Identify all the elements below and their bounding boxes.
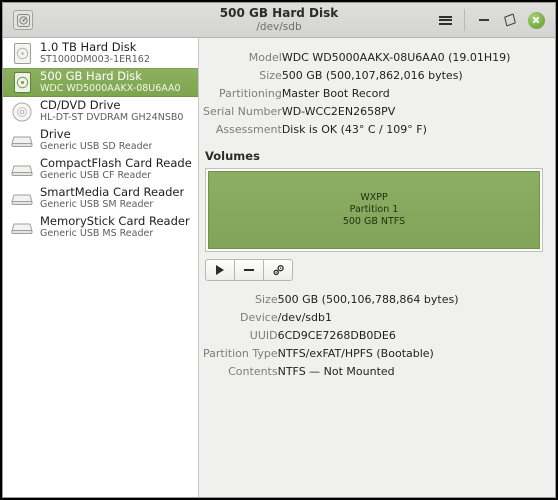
sidebar-item-drive[interactable]: Drive Generic USB SD Reader xyxy=(3,126,198,155)
detail-panel: Model WDC WD5000AAKX-08U6AA0 (19.01H19) … xyxy=(199,38,555,497)
gears-icon xyxy=(272,264,284,275)
sidebar-item-title: Drive xyxy=(40,128,71,141)
property-value: NTFS/exFAT/HPFS (Bootable) xyxy=(277,346,434,360)
volume-properties-table: Size 500 GB (500,106,788,864 bytes) Devi… xyxy=(203,290,543,380)
window-controls xyxy=(432,3,549,37)
sidebar-item-subtitle: ST1000DM003-1ER162 xyxy=(40,54,150,65)
maximize-icon[interactable] xyxy=(497,7,523,33)
property-label: Serial Number xyxy=(203,104,282,118)
card-reader-icon xyxy=(10,217,34,239)
table-row: Size 500 GB (500,107,862,016 bytes) xyxy=(203,66,543,84)
mount-volume-button[interactable] xyxy=(205,259,235,281)
property-label: Device xyxy=(239,310,278,324)
volumes-frame: WXPP Partition 1 500 GB NTFS xyxy=(205,168,543,252)
play-icon xyxy=(216,265,224,275)
sidebar-item-title: CD/DVD Drive xyxy=(40,99,121,112)
table-row: Partition Type NTFS/exFAT/HPFS (Bootable… xyxy=(203,344,543,362)
close-button[interactable] xyxy=(523,7,549,33)
sidebar-item-title: 500 GB Hard Disk xyxy=(40,70,142,83)
partition-size-fs: 500 GB NTFS xyxy=(342,216,406,227)
table-row: UUID 6CD9CE7268DB0DE6 xyxy=(203,326,543,344)
device-sidebar[interactable]: 1.0 TB Hard Disk ST1000DM003-1ER162 500 … xyxy=(3,38,199,497)
sidebar-item-subtitle: Generic USB MS Reader xyxy=(40,228,154,239)
property-value: WDC WD5000AAKX-08U6AA0 (19.01H19) xyxy=(281,50,511,64)
disk-utility-window: 500 GB Hard Disk /dev/sdb 1.0 TB Hard Di… xyxy=(2,2,556,498)
property-label: UUID xyxy=(249,328,278,342)
volumes-heading: Volumes xyxy=(205,149,260,163)
window-content: 1.0 TB Hard Disk ST1000DM003-1ER162 500 … xyxy=(3,38,555,497)
property-label: Size xyxy=(259,68,282,82)
table-row: Contents NTFS — Not Mounted xyxy=(203,362,543,380)
property-label: Model xyxy=(248,50,282,64)
hard-disk-icon xyxy=(10,72,34,94)
sidebar-item-smartmedia-card-reader[interactable]: SmartMedia Card Reader Generic USB SM Re… xyxy=(3,184,198,213)
table-row: Serial Number WD-WCC2EN2658PV xyxy=(203,102,543,120)
title-bar: 500 GB Hard Disk /dev/sdb xyxy=(3,3,555,38)
table-row: Device /dev/sdb1 xyxy=(203,308,543,326)
sidebar-item-compactflash-card-reader[interactable]: CompactFlash Card Reader Generic USB CF … xyxy=(3,155,198,184)
property-label: Size xyxy=(255,292,278,306)
table-row: Assessment Disk is OK (43° C / 109° F) xyxy=(203,120,543,138)
sidebar-item-title: 1.0 TB Hard Disk xyxy=(40,41,137,54)
sidebar-item-cd-dvd-drive[interactable]: CD/DVD Drive HL-DT-ST DVDRAM GH24NSB0 xyxy=(3,97,198,126)
table-row: Partitioning Master Boot Record xyxy=(203,84,543,102)
property-value: 500 GB (500,106,788,864 bytes) xyxy=(277,292,459,306)
property-value: Master Boot Record xyxy=(281,86,390,100)
table-row: Model WDC WD5000AAKX-08U6AA0 (19.01H19) xyxy=(203,48,543,66)
card-reader-icon xyxy=(10,188,34,210)
property-value: WD-WCC2EN2658PV xyxy=(281,104,396,118)
property-value: 6CD9CE7268DB0DE6 xyxy=(277,328,396,342)
sidebar-item-subtitle: WDC WD5000AAKX-08U6AA0 xyxy=(40,83,181,94)
property-value: /dev/sdb1 xyxy=(277,310,332,324)
property-value: NTFS — Not Mounted xyxy=(277,364,395,378)
sidebar-item-title: MemoryStick Card Reader xyxy=(40,215,190,228)
disk-utility-icon xyxy=(13,10,33,30)
partition-name: WXPP xyxy=(360,192,388,203)
hamburger-menu-icon[interactable] xyxy=(432,7,458,33)
card-reader-icon xyxy=(10,130,34,152)
table-row: Size 500 GB (500,106,788,864 bytes) xyxy=(203,290,543,308)
property-value: Disk is OK (43° C / 109° F) xyxy=(281,122,427,136)
volume-toolbar xyxy=(205,259,543,281)
sidebar-item-subtitle: Generic USB CF Reader xyxy=(40,170,152,181)
property-label: Partition Type xyxy=(203,346,278,360)
sidebar-item-subtitle: Generic USB SM Reader xyxy=(40,199,154,210)
sidebar-item-title: CompactFlash Card Reader xyxy=(40,157,192,170)
property-label: Contents xyxy=(228,364,278,378)
optical-disc-icon xyxy=(10,101,34,123)
property-value: 500 GB (500,107,862,016 bytes) xyxy=(281,68,463,82)
sidebar-item-title: SmartMedia Card Reader xyxy=(40,186,185,199)
minus-icon xyxy=(244,269,254,271)
partition-block[interactable]: WXPP Partition 1 500 GB NTFS xyxy=(208,171,540,249)
partition-number: Partition 1 xyxy=(349,204,399,215)
sidebar-item-subtitle: HL-DT-ST DVDRAM GH24NSB0 xyxy=(40,112,184,123)
toolbar-divider xyxy=(464,9,465,31)
delete-volume-button[interactable] xyxy=(234,259,264,281)
minimize-icon[interactable] xyxy=(471,7,497,33)
hard-disk-icon xyxy=(10,43,34,65)
sidebar-item-500gb-hard-disk[interactable]: 500 GB Hard Disk WDC WD5000AAKX-08U6AA0 xyxy=(3,68,198,97)
card-reader-icon xyxy=(10,159,34,181)
drive-properties-table: Model WDC WD5000AAKX-08U6AA0 (19.01H19) … xyxy=(203,48,543,138)
property-label: Assessment xyxy=(215,122,282,136)
sidebar-item-1tb-hard-disk[interactable]: 1.0 TB Hard Disk ST1000DM003-1ER162 xyxy=(3,39,198,68)
sidebar-item-memorystick-card-reader[interactable]: MemoryStick Card Reader Generic USB MS R… xyxy=(3,213,198,242)
more-options-button[interactable] xyxy=(263,259,293,281)
sidebar-item-subtitle: Generic USB SD Reader xyxy=(40,141,153,152)
property-label: Partitioning xyxy=(218,86,282,100)
close-icon[interactable] xyxy=(527,11,545,29)
